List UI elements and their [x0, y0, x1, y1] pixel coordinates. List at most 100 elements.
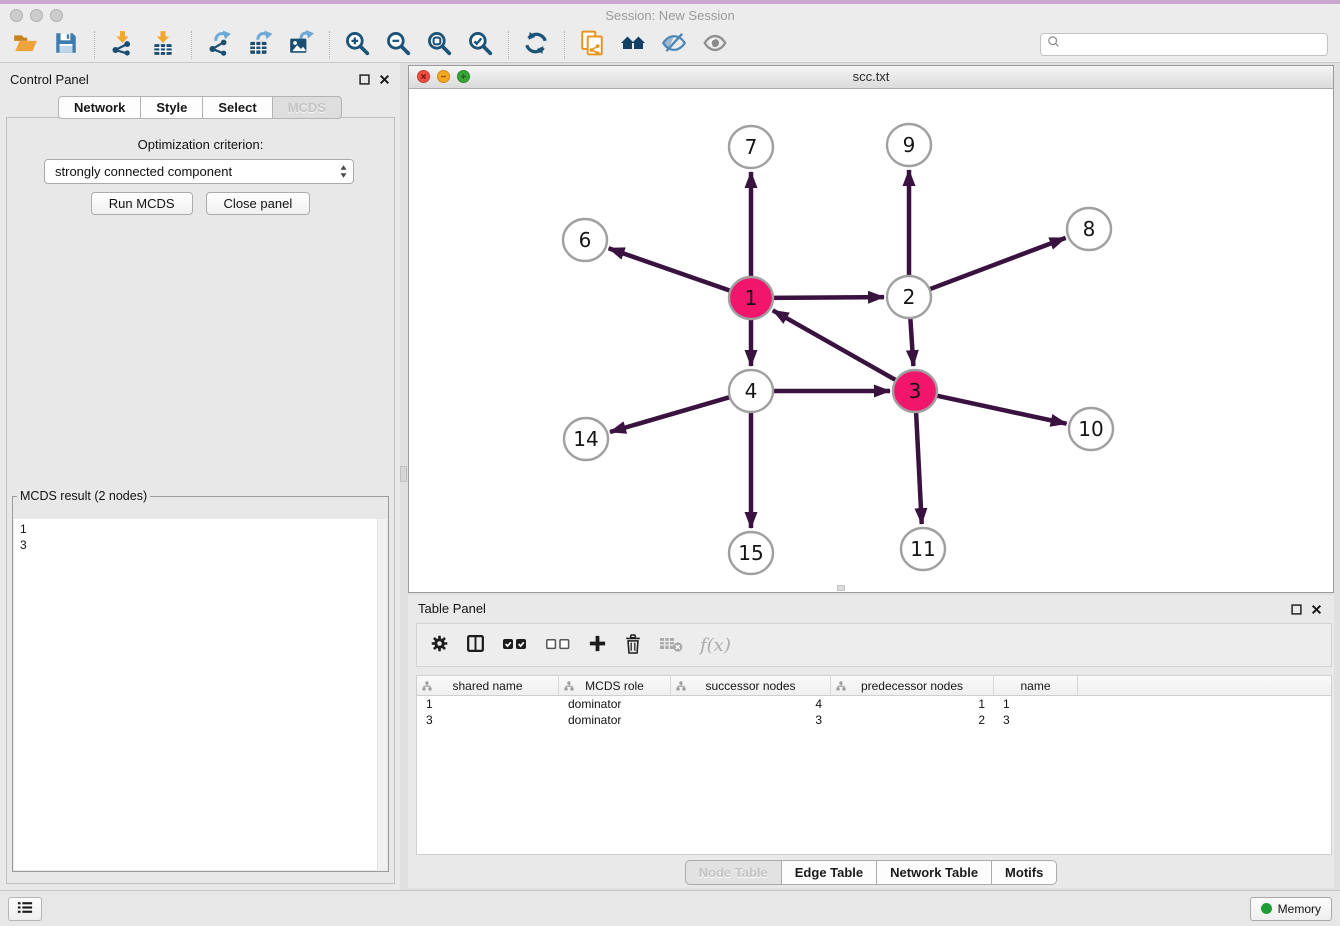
tab-node-table[interactable]: Node Table: [685, 860, 782, 885]
columns-icon: [466, 634, 485, 656]
zoom-fit-button[interactable]: [424, 30, 454, 60]
table-header: shared name MCDS role successor nodes pr…: [417, 676, 1331, 696]
duplicate-network-button[interactable]: [577, 30, 607, 60]
titlebar: Session: New Session: [0, 4, 1340, 27]
node-10[interactable]: 10: [1069, 408, 1113, 450]
network-resize-grip[interactable]: [837, 585, 845, 591]
export-network-button[interactable]: [204, 30, 234, 60]
node-14[interactable]: 14: [564, 418, 608, 460]
result-scrollbar[interactable]: [377, 519, 387, 870]
optimization-criterion-select[interactable]: strongly connected component: [44, 159, 354, 184]
eye-icon: [702, 30, 728, 59]
table-row[interactable]: 3dominator323: [417, 712, 1331, 728]
float-panel-icon[interactable]: [359, 72, 370, 90]
table-cell: 3: [671, 712, 831, 728]
edge-1-2[interactable]: [771, 297, 884, 298]
network-close-button[interactable]: [417, 70, 430, 83]
edge-1-6[interactable]: [609, 248, 733, 291]
table-settings-button[interactable]: [430, 634, 449, 656]
task-history-button[interactable]: [8, 897, 42, 921]
edge-3-10[interactable]: [935, 395, 1067, 424]
panel-splitter-grip[interactable]: [400, 466, 407, 482]
column-header-name[interactable]: name: [994, 676, 1078, 695]
zoom-selected-icon: [467, 30, 493, 59]
zoom-in-button[interactable]: [342, 30, 372, 60]
add-column-button[interactable]: [588, 634, 607, 656]
mcds-result-values: 1 3: [14, 519, 387, 870]
edge-2-3[interactable]: [910, 317, 913, 366]
edge-4-14[interactable]: [610, 397, 732, 432]
hide-details-button[interactable]: [659, 30, 689, 60]
refresh-button[interactable]: [521, 30, 551, 60]
column-header-successor-nodes[interactable]: successor nodes: [671, 676, 831, 695]
table-row[interactable]: 1dominator411: [417, 696, 1331, 712]
tab-motifs[interactable]: Motifs: [992, 860, 1057, 885]
run-mcds-button[interactable]: Run MCDS: [91, 192, 193, 215]
zoom-selected-button[interactable]: [465, 30, 495, 60]
node-15[interactable]: 15: [729, 532, 773, 574]
node-3[interactable]: 3: [893, 370, 937, 412]
delete-table-button[interactable]: [659, 635, 683, 656]
tab-select[interactable]: Select: [203, 96, 272, 119]
export-table-icon: [247, 30, 273, 59]
memory-button[interactable]: Memory: [1250, 897, 1332, 921]
close-table-panel-icon[interactable]: [1311, 602, 1322, 620]
column-header-mcds-role[interactable]: MCDS role: [559, 676, 671, 695]
open-folder-button[interactable]: [10, 30, 40, 60]
column-header-predecessor-nodes[interactable]: predecessor nodes: [831, 676, 994, 695]
edge-3-1[interactable]: [773, 310, 898, 381]
node-1[interactable]: 1: [729, 277, 773, 319]
deselect-all-button[interactable]: [545, 636, 571, 655]
svg-text:14: 14: [573, 427, 598, 451]
table-toolbar: f(x): [416, 623, 1332, 667]
node-9[interactable]: 9: [887, 124, 931, 166]
tab-network[interactable]: Network: [58, 96, 141, 119]
status-bar: Memory: [0, 890, 1340, 926]
table-tabs: Node Table Edge Table Network Table Moti…: [408, 860, 1334, 884]
network-canvas[interactable]: 7 9 6 8 1 2 4 3 14 10 15 11: [409, 88, 1333, 592]
table-cell: 1: [831, 696, 994, 712]
function-builder-button[interactable]: f(x): [700, 635, 731, 656]
toolbar-divider: [564, 31, 565, 59]
node-4[interactable]: 4: [729, 370, 773, 412]
import-table-button[interactable]: [148, 30, 178, 60]
show-details-button[interactable]: [700, 30, 730, 60]
node-8[interactable]: 8: [1067, 208, 1111, 250]
network-maximize-button[interactable]: [457, 70, 470, 83]
delete-column-button[interactable]: [624, 634, 642, 657]
fx-icon: f(x): [700, 635, 731, 656]
import-network-button[interactable]: [107, 30, 137, 60]
tab-edge-table[interactable]: Edge Table: [782, 860, 877, 885]
tab-mcds[interactable]: MCDS: [273, 96, 342, 119]
gear-icon: [430, 634, 449, 656]
mcds-result-group: MCDS result (2 nodes) 1 3: [12, 489, 389, 872]
zoom-in-icon: [344, 30, 370, 59]
table-cell: 3: [994, 712, 1078, 728]
node-6[interactable]: 6: [563, 219, 607, 261]
close-panel-button[interactable]: Close panel: [206, 192, 311, 215]
plus-icon: [588, 634, 607, 656]
duplicate-network-icon: [579, 30, 605, 59]
show-columns-button[interactable]: [466, 634, 485, 656]
svg-text:3: 3: [909, 379, 922, 403]
export-table-button[interactable]: [245, 30, 275, 60]
node-7[interactable]: 7: [729, 126, 773, 168]
tab-style[interactable]: Style: [141, 96, 203, 119]
network-window-titlebar[interactable]: scc.txt: [409, 66, 1333, 89]
export-image-button[interactable]: [286, 30, 316, 60]
save-button[interactable]: [51, 30, 81, 60]
edge-2-8[interactable]: [928, 238, 1066, 290]
tab-network-table[interactable]: Network Table: [877, 860, 992, 885]
column-header-shared-name[interactable]: shared name: [417, 676, 559, 695]
node-11[interactable]: 11: [901, 528, 945, 570]
zoom-out-button[interactable]: [383, 30, 413, 60]
node-table: shared name MCDS role successor nodes pr…: [416, 675, 1332, 855]
network-minimize-button[interactable]: [437, 70, 450, 83]
home-layout-button[interactable]: [618, 30, 648, 60]
float-table-panel-icon[interactable]: [1291, 602, 1302, 620]
search-input[interactable]: [1065, 37, 1321, 53]
close-panel-icon[interactable]: [379, 72, 390, 90]
select-all-button[interactable]: [502, 636, 528, 655]
edge-3-11[interactable]: [916, 411, 922, 524]
node-2[interactable]: 2: [887, 276, 931, 318]
